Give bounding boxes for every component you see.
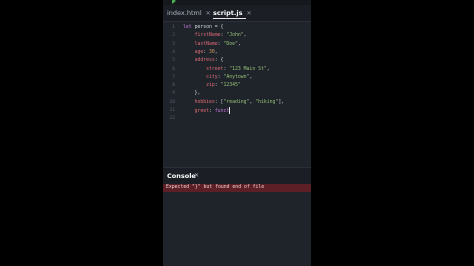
code-token: person = { bbox=[194, 25, 224, 30]
code-line: firstName: "John", bbox=[183, 32, 247, 40]
tab-script-js[interactable]: script.js ✕ bbox=[213, 5, 252, 21]
line-number: 3 bbox=[172, 41, 175, 47]
code-line: greet: funct bbox=[183, 107, 231, 116]
line-number: 6 bbox=[172, 66, 175, 72]
tab-index-html[interactable]: index.html ✕ bbox=[167, 5, 211, 21]
code-token: , bbox=[249, 74, 253, 80]
line-number: 2 bbox=[172, 33, 175, 39]
line-number: 4 bbox=[172, 49, 175, 55]
close-icon[interactable]: ✕ bbox=[206, 10, 211, 17]
console-output: Expected "}" but found end of file bbox=[163, 184, 311, 266]
code-token: , bbox=[243, 33, 247, 39]
code-token: , bbox=[214, 49, 218, 55]
code-token: "Doe" bbox=[223, 41, 238, 47]
line-number: 8 bbox=[172, 83, 175, 89]
code-line: hobbies: ["reading", "hiking"], bbox=[183, 99, 285, 107]
code-token: address bbox=[194, 58, 215, 64]
console-error-row: Expected "}" but found end of file bbox=[163, 184, 311, 192]
code-token: ], bbox=[278, 99, 285, 105]
code-token: age bbox=[194, 49, 204, 55]
code-token: street bbox=[206, 66, 224, 72]
code-line: lastName: "Doe", bbox=[183, 41, 241, 49]
code-token: city bbox=[206, 74, 218, 80]
console-title: Console bbox=[167, 172, 196, 180]
line-number: 9 bbox=[172, 91, 175, 97]
console-error-message: Expected "}" but found end of file bbox=[166, 185, 265, 190]
code-line: street: "123 Main St", bbox=[183, 66, 270, 74]
code-playground-app: ~~~ ~~~~ ~~~ ~~~~~~ ~~~~~ index.html ✕ sc… bbox=[163, 0, 311, 266]
code-line: city: "Anytown", bbox=[183, 74, 252, 82]
code-token: "Anytown" bbox=[223, 74, 250, 80]
code-line: age: 30, bbox=[183, 49, 218, 57]
code-token: "123 Main St" bbox=[229, 66, 267, 72]
code-token: , bbox=[237, 41, 241, 47]
code-line: address: { bbox=[183, 57, 224, 65]
close-icon[interactable]: ✕ bbox=[246, 10, 251, 17]
code-token: greet bbox=[194, 109, 210, 114]
tab-label: script.js bbox=[213, 9, 243, 17]
text-cursor bbox=[229, 107, 231, 114]
close-icon[interactable]: ✕ bbox=[194, 168, 199, 184]
code-token: zip bbox=[206, 83, 215, 89]
file-tabs: index.html ✕ script.js ✕ bbox=[163, 5, 311, 22]
code-token: }, bbox=[183, 91, 201, 97]
line-number: 11 bbox=[169, 108, 175, 113]
line-number: 12 bbox=[169, 116, 175, 122]
code-line: zip: "12345" bbox=[183, 82, 241, 90]
code-line: }, bbox=[183, 90, 201, 98]
run-icon[interactable] bbox=[172, 0, 176, 4]
code-token: hobbies bbox=[194, 99, 215, 105]
code-token: "12345" bbox=[220, 83, 241, 89]
line-number: 10 bbox=[169, 99, 175, 105]
code-token: "reading" bbox=[223, 99, 250, 105]
code-token: firstName bbox=[194, 33, 221, 39]
code-token: : { bbox=[214, 58, 224, 64]
code-token: funct bbox=[214, 109, 230, 114]
code-token: "John" bbox=[226, 33, 244, 39]
line-number: 5 bbox=[172, 58, 175, 64]
console-header: Console ✕ bbox=[163, 167, 311, 184]
line-number: 7 bbox=[172, 74, 175, 80]
code-token: let bbox=[183, 25, 195, 30]
toolbar-text: ~~~ ~~~~ ~~~ ~~~~~~ ~~~~~ bbox=[195, 0, 271, 3]
code-token: "hiking" bbox=[255, 99, 279, 105]
code-editor[interactable]: 1 let person = { 2 firstName: "John", 3 las… bbox=[163, 22, 311, 167]
code-line: let person = { bbox=[183, 24, 223, 32]
line-number: 1 bbox=[172, 25, 175, 30]
code-token: , bbox=[266, 66, 270, 72]
code-token: lastName bbox=[194, 41, 218, 47]
tab-label: index.html bbox=[167, 9, 202, 17]
